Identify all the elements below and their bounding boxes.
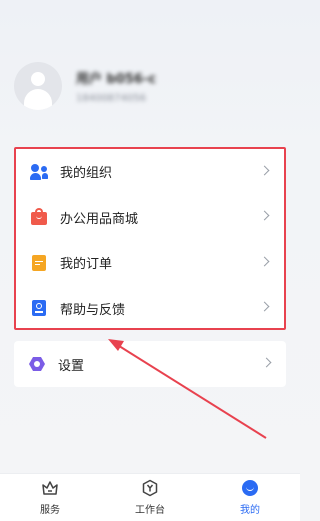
profile-phone: 18400874056 xyxy=(76,93,146,104)
service-icon xyxy=(41,479,59,497)
menu-item-label: 我的订单 xyxy=(60,257,113,273)
tab-label: 服务 xyxy=(40,505,60,516)
chevron-right-icon xyxy=(259,210,270,221)
menu-item-my-orders[interactable]: 我的订单 xyxy=(16,240,284,286)
menu-item-label: 我的组织 xyxy=(60,166,113,182)
tab-workbench[interactable]: 工作台 xyxy=(100,474,200,521)
chevron-right-icon xyxy=(259,256,270,267)
chevron-right-icon xyxy=(261,357,272,368)
workbench-icon xyxy=(141,479,159,497)
menu-item-label: 帮助与反馈 xyxy=(60,302,126,318)
menu-card-highlighted: 我的组织 办公用品商城 我的订单 帮助与反馈 xyxy=(14,147,286,330)
tab-me[interactable]: 我的 xyxy=(200,474,300,521)
chevron-right-icon xyxy=(259,301,270,312)
me-icon xyxy=(241,479,259,497)
settings-icon xyxy=(28,355,46,373)
chevron-right-icon xyxy=(259,165,270,176)
shopping-bag-icon xyxy=(30,208,48,226)
bottom-tab-bar: 服务 工作台 我的 xyxy=(0,473,300,521)
settings-label: 设置 xyxy=(58,358,85,374)
profile-name: 用户 b056-c xyxy=(76,72,157,87)
menu-item-help-feedback[interactable]: 帮助与反馈 xyxy=(16,286,284,332)
menu-item-office-supplies-mall[interactable]: 办公用品商城 xyxy=(16,195,284,241)
organization-icon xyxy=(30,163,48,181)
tab-service[interactable]: 服务 xyxy=(0,474,100,521)
tab-label: 我的 xyxy=(240,505,260,516)
settings-item[interactable]: 设置 xyxy=(14,341,286,387)
order-icon xyxy=(30,254,48,272)
avatar[interactable] xyxy=(14,62,62,110)
menu-item-label: 办公用品商城 xyxy=(60,211,139,227)
menu-item-organization[interactable]: 我的组织 xyxy=(16,149,284,195)
tab-label: 工作台 xyxy=(135,505,165,516)
profile-header[interactable]: 用户 b056-c 18400874056 xyxy=(14,62,156,110)
help-feedback-icon xyxy=(30,299,48,317)
